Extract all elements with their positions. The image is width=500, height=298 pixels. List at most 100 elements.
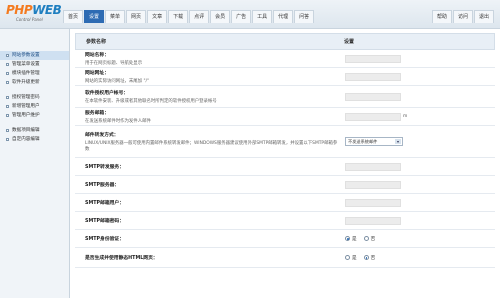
setting-value [341,180,495,189]
top-link-0[interactable]: 帮助 [431,10,452,23]
sidebar-item[interactable]: 软件升级更新 [0,78,69,87]
setting-label: SMTP邮箱用户： [75,199,341,206]
setting-input[interactable] [345,54,401,63]
setting-input[interactable] [345,92,401,101]
radio-option[interactable]: 否 [363,236,376,242]
setting-title: 是否生成并使用静态HTML网页： [85,256,158,261]
radio-option[interactable]: 否 [363,255,376,261]
sidebar-item-label: 管理用户维护 [12,113,40,118]
sidebar-item-label: 管理菜单设置 [12,62,40,67]
setting-title: SMTP转发服务： [85,165,125,170]
radio-icon [363,236,369,241]
bullet-icon [6,81,9,84]
setting-label: SMTP服务器： [75,181,341,188]
sidebar-item-label: 自定内容编辑 [12,137,40,142]
sidebar-item-label: 新增管理用户 [12,104,40,109]
setting-value [341,198,495,207]
bullet-icon [6,63,9,66]
nav-tab-4[interactable]: 文章 [147,10,168,23]
bullet-icon [6,96,9,99]
sidebar-item[interactable]: 数据项目编辑 [0,126,69,135]
setting-label: 网站名称： 用于在网页标题、导航处显示 [75,51,341,66]
nav-tab-3[interactable]: 网页 [126,10,147,23]
main-nav: 首页 设置 菜单 网页 文章 下载 点评 会员 广告 工具 代理 问答 [63,10,315,23]
sidebar-item-label: 软件升级更新 [12,80,40,85]
setting-description: 用于在网页标题、导航处显示 [85,61,143,66]
table-row: 是否生成并使用静态HTML网页：是否 [75,248,495,268]
mail-method-select[interactable]: 不发送系统邮件 ▾ [345,137,403,146]
table-row: SMTP邮箱密码： [75,212,495,230]
setting-description: 在本软件安装、升级或者其他联名时所判定的软件授权用户登录帐号 [85,99,217,104]
setting-value [341,72,495,81]
top-right-links: 帮助 访问 退出 [431,10,494,23]
radio-label: 是 [352,236,357,242]
nav-tab-7[interactable]: 会员 [210,10,231,23]
setting-input[interactable] [345,162,401,171]
setting-label: SMTP身份验证： [75,235,341,242]
nav-tab-9[interactable]: 工具 [252,10,273,23]
setting-title: 服务邮箱： [85,111,109,116]
sidebar-item[interactable]: 管理用户维护 [0,111,69,120]
bullet-icon [6,72,9,75]
setting-label: 服务邮箱： 在发送系统邮件时作为发件人邮件 [75,109,341,124]
setting-title: 网站网址： [85,71,109,76]
table-row: 软件授权用户帐号： 在本软件安装、升级或者其他联名时所判定的软件授权用户登录帐号 [75,86,495,108]
sidebar-item-label: 网站参数设置 [12,53,40,58]
nav-tab-6[interactable]: 点评 [189,10,210,23]
bullet-icon [6,138,9,141]
sidebar-item-label: 数据项目编辑 [12,128,40,133]
setting-title: SMTP邮箱用户： [85,201,125,206]
setting-input[interactable] [345,112,401,121]
sidebar-item[interactable]: 授权管理密码 [0,93,69,102]
column-header-name: 参数名称 [86,39,107,45]
sidebar-item[interactable]: 网站参数设置 [0,51,69,60]
setting-input[interactable] [345,180,401,189]
radio-label: 否 [370,236,376,242]
setting-value: 是否 [341,255,495,261]
table-header: 参数名称 设置 [75,33,495,50]
nav-tab-1[interactable]: 设置 [84,10,105,23]
top-bar: PHPWEB Control Panel 首页 设置 菜单 网页 文章 下载 点评 会员 广告工… [0,0,500,29]
sidebar-item[interactable]: 模块插件管理 [0,69,69,78]
sidebar: 网站参数设置 管理菜单设置 模块插件管理 软件升级更新授权管理密码新增管理用户 管理用户… [0,29,70,298]
bullet-icon [6,129,9,132]
column-header-value: 设置 [344,39,355,45]
nav-tab-5[interactable]: 下载 [168,10,189,23]
setting-input[interactable] [345,198,401,207]
setting-value [341,92,495,101]
nav-tab-10[interactable]: 代理 [273,10,294,23]
settings-panel: 参数名称 设置 网站名称： 用于在网页标题、导航处显示 网站网址： 网站的实际访问网址… [75,33,495,295]
bullet-icon [6,114,9,117]
radio-icon [345,255,350,260]
top-link-1[interactable]: 访问 [452,10,473,23]
input-suffix: m [403,114,408,119]
bullet-icon [6,54,9,57]
top-link-2[interactable]: 退出 [473,10,494,23]
setting-label: SMTP邮箱密码： [75,217,341,224]
logo: PHPWEB Control Panel [4,3,62,25]
table-row: 网站网址： 网站的实际访问网址，末尾加 "/" [75,68,495,86]
sidebar-item[interactable]: 自定内容编辑 [0,135,69,144]
setting-title: SMTP身份验证： [85,237,125,242]
nav-tab-8[interactable]: 广告 [231,10,252,23]
setting-label: 是否生成并使用静态HTML网页： [75,254,341,261]
nav-tab-0[interactable]: 首页 [63,10,84,23]
setting-label: SMTP转发服务： [75,163,341,170]
setting-description: LINUX/UNIX服务器一般可使用内置邮件系统转发邮件；WINDOWS服务器建… [85,141,338,152]
setting-value: 是否 [341,236,495,242]
setting-label: 网站网址： 网站的实际访问网址，末尾加 "/" [75,69,341,84]
radio-label: 是 [352,255,357,261]
setting-value [341,162,495,171]
radio-option[interactable]: 是 [345,255,357,261]
nav-tab-11[interactable]: 问答 [294,10,315,23]
radio-option[interactable]: 是 [345,236,357,242]
table-row: 服务邮箱： 在发送系统邮件时作为发件人邮件 m [75,108,495,126]
setting-input[interactable] [345,216,401,225]
setting-input[interactable] [345,72,401,81]
sidebar-item-label: 模块插件管理 [12,71,40,76]
sidebar-item[interactable]: 管理菜单设置 [0,60,69,69]
setting-title: 软件授权用户帐号： [85,91,129,96]
nav-tab-2[interactable]: 菜单 [105,10,126,23]
sidebar-item[interactable]: 新增管理用户 [0,102,69,111]
radio-label: 否 [370,255,376,261]
